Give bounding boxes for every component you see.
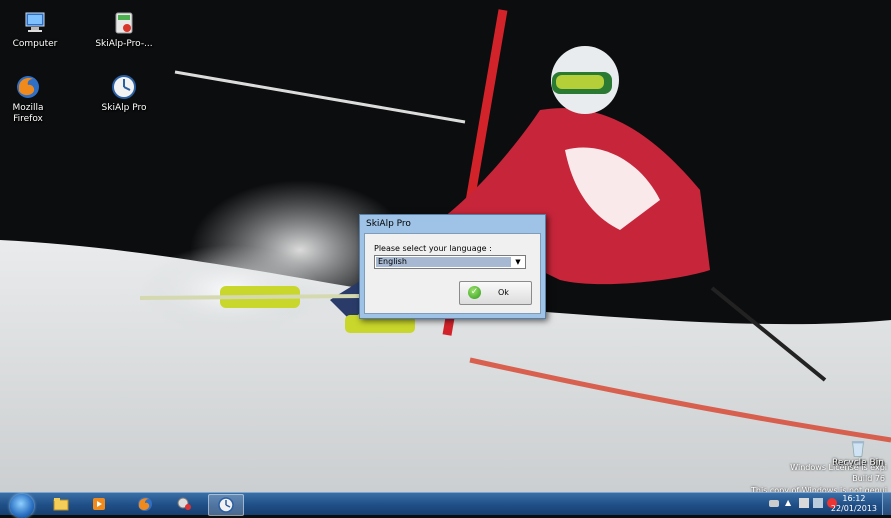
chevron-down-icon[interactable]: ▼ — [512, 257, 524, 267]
skialp-icon — [218, 497, 234, 513]
desktop-icon-label: Computer — [12, 39, 58, 49]
language-prompt: Please select your language : — [374, 244, 492, 253]
flag-icon[interactable] — [799, 498, 809, 508]
checkmark-icon: ✓ — [468, 286, 481, 299]
keyboard-icon[interactable] — [769, 500, 779, 507]
language-select[interactable]: English ▼ — [374, 255, 526, 269]
taskbar-item-firefox[interactable] — [128, 494, 162, 514]
network-status-icon[interactable] — [813, 498, 823, 508]
recycle-bin-icon — [851, 441, 865, 457]
desktop-icon-computer[interactable]: Computer — [0, 10, 70, 50]
desktop-icon-skialp-installer[interactable]: SkiAlp-Pro-... — [89, 10, 159, 50]
clock-date: 22/01/2013 — [830, 504, 877, 513]
media-player-icon — [93, 498, 105, 510]
desktop-icon-skialp-pro[interactable]: SkiAlp Pro — [89, 74, 159, 114]
clock[interactable]: 16:12 22/01/2013 — [831, 494, 877, 514]
taskbar-item-skialp[interactable] — [208, 494, 244, 516]
taskbar: ▲ 16:12 22/01/2013 — [0, 492, 891, 518]
start-button[interactable] — [10, 494, 34, 518]
dialog-title[interactable]: SkiAlp Pro — [360, 215, 545, 233]
desktop-icon-label: Mozilla Firefox — [12, 103, 44, 124]
installer-icon — [115, 12, 133, 34]
network-icon — [177, 497, 191, 510]
taskbar-item-media-player[interactable] — [82, 494, 116, 514]
clock-time: 16:12 — [842, 494, 866, 503]
skialp-icon — [112, 75, 136, 99]
watermark-line-1: Windows License is expi — [790, 463, 887, 472]
language-selected-value: English — [376, 257, 511, 267]
desktop-icon-firefox[interactable]: Mozilla Firefox — [0, 74, 63, 125]
dialog-body: Please select your language : English ▼ … — [364, 233, 541, 314]
explorer-icon — [53, 498, 69, 511]
firefox-icon — [138, 497, 152, 511]
language-dialog: SkiAlp Pro Please select your language :… — [359, 214, 546, 319]
desktop-icon-label: SkiAlp Pro — [101, 103, 147, 113]
desktop-icon-label: SkiAlp-Pro-... — [95, 39, 153, 49]
firefox-icon — [17, 76, 39, 98]
taskbar-item-network[interactable] — [168, 494, 202, 514]
ok-button[interactable]: ✓ Ok — [459, 281, 532, 305]
watermark-line-2: Build 76 — [852, 474, 885, 483]
chevron-up-icon[interactable]: ▲ — [785, 498, 795, 508]
show-desktop-button[interactable] — [882, 493, 891, 515]
ok-button-label: Ok — [498, 288, 509, 297]
system-tray: ▲ 16:12 22/01/2013 — [751, 493, 891, 515]
taskbar-item-explorer[interactable] — [44, 494, 78, 514]
computer-icon — [25, 12, 45, 32]
